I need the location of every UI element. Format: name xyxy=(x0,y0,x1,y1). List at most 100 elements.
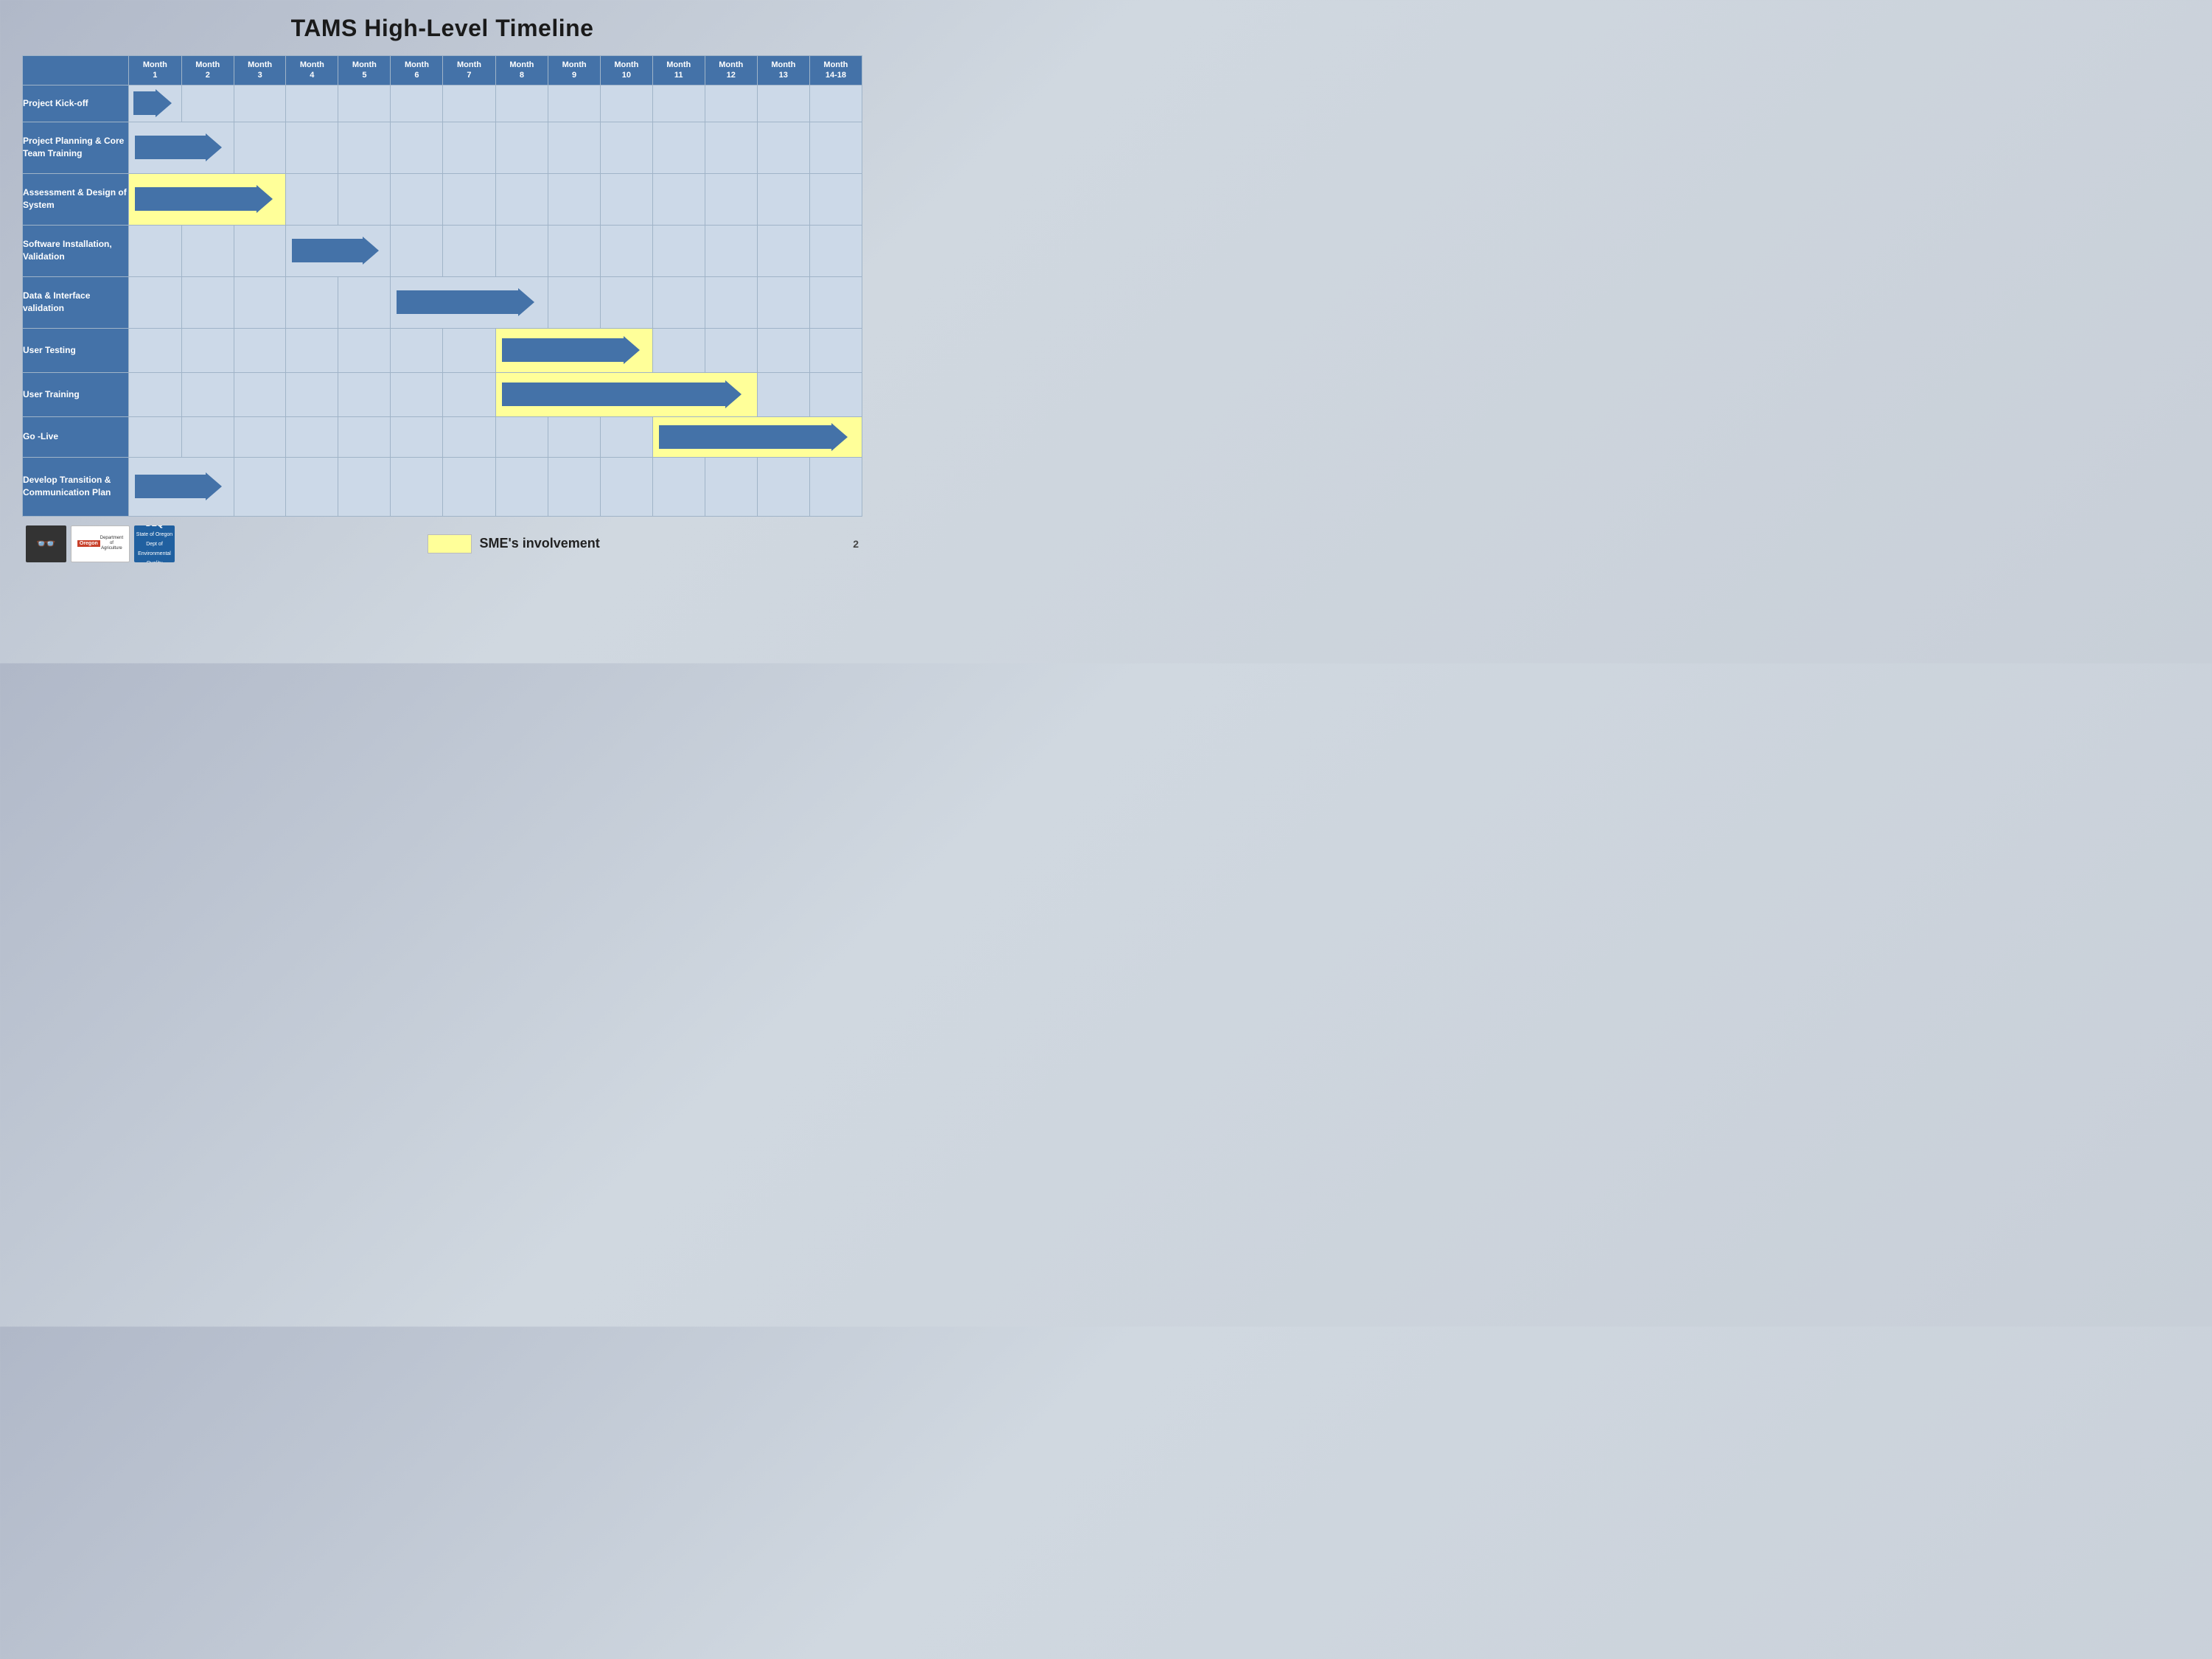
label-golive: Go -Live xyxy=(23,416,129,457)
row-planning: Project Planning & Core Team Training xyxy=(23,122,862,173)
header-month-13: Month13 xyxy=(757,56,809,85)
cell-planning-3 xyxy=(234,122,285,173)
label-planning: Project Planning & Core Team Training xyxy=(23,122,129,173)
cell-ut-13 xyxy=(757,328,809,372)
page-title: TAMS High-Level Timeline xyxy=(22,15,862,42)
cell-data-14 xyxy=(809,276,862,328)
cell-planning-6 xyxy=(391,122,443,173)
row-usertesting: User Testing xyxy=(23,328,862,372)
cell-dev-14 xyxy=(809,457,862,516)
cell-assessment-14 xyxy=(809,173,862,225)
row-golive: Go -Live xyxy=(23,416,862,457)
cell-dev-9 xyxy=(548,457,601,516)
cell-data-12 xyxy=(705,276,757,328)
cell-gl-9 xyxy=(548,416,601,457)
cell-gl-4 xyxy=(286,416,338,457)
cell-dev-11 xyxy=(652,457,705,516)
cell-kickoff-5 xyxy=(338,85,391,122)
cell-utr-1 xyxy=(129,372,181,416)
row-usertraining: User Training xyxy=(23,372,862,416)
cell-assessment-4 xyxy=(286,173,338,225)
cell-kickoff-2 xyxy=(181,85,234,122)
cell-utr-6 xyxy=(391,372,443,416)
header-month-3: Month3 xyxy=(234,56,285,85)
cell-software-12 xyxy=(705,225,757,276)
cell-software-11 xyxy=(652,225,705,276)
header-month-14-18: Month14-18 xyxy=(809,56,862,85)
cell-gl-2 xyxy=(181,416,234,457)
legend: SME's involvement xyxy=(428,534,599,553)
footer-logos: 👓 Oregon DepartmentofAgriculture DEQStat… xyxy=(26,525,175,562)
cell-kickoff-13 xyxy=(757,85,809,122)
cell-kickoff-6 xyxy=(391,85,443,122)
cell-software-3 xyxy=(234,225,285,276)
cell-dev-8 xyxy=(495,457,548,516)
label-develop: Develop Transition & Communication Plan xyxy=(23,457,129,516)
header-month-8: Month8 xyxy=(495,56,548,85)
cell-utr-4 xyxy=(286,372,338,416)
cell-kickoff-3 xyxy=(234,85,285,122)
cell-kickoff-12 xyxy=(705,85,757,122)
cell-kickoff-11 xyxy=(652,85,705,122)
label-usertesting: User Testing xyxy=(23,328,129,372)
cell-ut-11 xyxy=(652,328,705,372)
header-label-col xyxy=(23,56,129,85)
cell-planning-1 xyxy=(129,122,234,173)
cell-kickoff-7 xyxy=(443,85,495,122)
cell-utr-13 xyxy=(757,372,809,416)
legend-swatch xyxy=(428,534,472,553)
cell-planning-9 xyxy=(548,122,601,173)
cell-software-8 xyxy=(495,225,548,276)
header-month-9: Month9 xyxy=(548,56,601,85)
cell-assessment-11 xyxy=(652,173,705,225)
cell-dev-12 xyxy=(705,457,757,516)
cell-planning-5 xyxy=(338,122,391,173)
cell-planning-7 xyxy=(443,122,495,173)
cell-gl-5 xyxy=(338,416,391,457)
cell-assessment-9 xyxy=(548,173,601,225)
cell-dev-13 xyxy=(757,457,809,516)
cell-ut-5 xyxy=(338,328,391,372)
cell-assessment-13 xyxy=(757,173,809,225)
cell-software-10 xyxy=(600,225,652,276)
cell-assessment-12 xyxy=(705,173,757,225)
header-month-11: Month11 xyxy=(652,56,705,85)
label-usertraining: User Training xyxy=(23,372,129,416)
row-kickoff: Project Kick-off xyxy=(23,85,862,122)
cell-data-2 xyxy=(181,276,234,328)
cell-gl-3 xyxy=(234,416,285,457)
header-month-12: Month12 xyxy=(705,56,757,85)
cell-gl-6 xyxy=(391,416,443,457)
footer: 👓 Oregon DepartmentofAgriculture DEQStat… xyxy=(22,525,862,562)
cell-kickoff-8 xyxy=(495,85,548,122)
legend-label: SME's involvement xyxy=(479,536,599,551)
cell-kickoff-4 xyxy=(286,85,338,122)
cell-data-3 xyxy=(234,276,285,328)
cell-gl-7 xyxy=(443,416,495,457)
cell-data-13 xyxy=(757,276,809,328)
cell-dev-3 xyxy=(234,457,285,516)
cell-gl-11 xyxy=(652,416,862,457)
row-data: Data & Interface validation xyxy=(23,276,862,328)
cell-planning-13 xyxy=(757,122,809,173)
cell-ut-8 xyxy=(495,328,652,372)
label-kickoff: Project Kick-off xyxy=(23,85,129,122)
cell-dev-1 xyxy=(129,457,234,516)
header-month-1: Month1 xyxy=(129,56,181,85)
logo-ti: 👓 xyxy=(26,525,66,562)
header-month-4: Month4 xyxy=(286,56,338,85)
cell-software-2 xyxy=(181,225,234,276)
cell-assessment-7 xyxy=(443,173,495,225)
cell-assessment-5 xyxy=(338,173,391,225)
cell-kickoff-1 xyxy=(129,85,181,122)
cell-utr-8 xyxy=(495,372,757,416)
cell-assessment-8 xyxy=(495,173,548,225)
cell-software-14 xyxy=(809,225,862,276)
cell-utr-2 xyxy=(181,372,234,416)
cell-planning-14 xyxy=(809,122,862,173)
cell-dev-10 xyxy=(600,457,652,516)
header-row: Month1 Month2 Month3 Month4 Month5 Month… xyxy=(23,56,862,85)
header-month-10: Month10 xyxy=(600,56,652,85)
cell-gl-8 xyxy=(495,416,548,457)
cell-software-1 xyxy=(129,225,181,276)
